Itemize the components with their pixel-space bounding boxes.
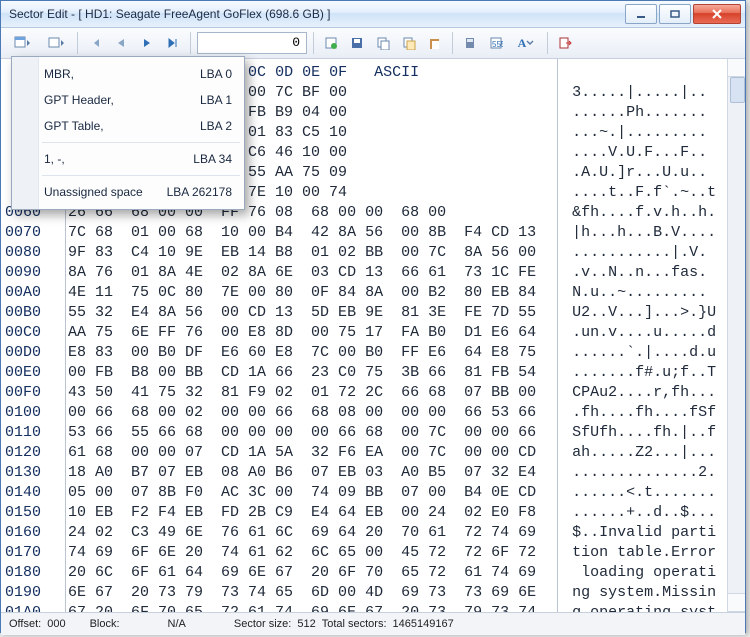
status-bar: Offset: 000 Block: N/A Sector size: 512 …: [1, 612, 745, 635]
menu-item-label: GPT Header,: [44, 87, 114, 113]
status-offset-label: Offset:: [9, 613, 41, 635]
close-button[interactable]: [693, 4, 741, 24]
status-block-label: Block:: [90, 613, 120, 635]
menu-item-label: MBR,: [44, 61, 74, 87]
menu-item-partition-1[interactable]: 1, -, LBA 34: [12, 146, 244, 172]
titlebar[interactable]: Sector Edit - [ HD1: Seagate FreeAgent G…: [1, 1, 745, 28]
view-dropdown[interactable]: [7, 32, 37, 54]
offset-input[interactable]: 0: [197, 32, 307, 54]
vertical-scrollbar[interactable]: [727, 59, 745, 612]
status-block-value: N/A: [168, 613, 186, 635]
status-sector-size-label: Sector size:: [234, 613, 291, 635]
status-total-sectors-value: 1465149167: [393, 613, 454, 635]
nav-forward-button[interactable]: [136, 32, 158, 54]
menu-item-lba: LBA 34: [193, 146, 232, 172]
refresh-button[interactable]: [320, 32, 342, 54]
nav-last-button[interactable]: [162, 32, 184, 54]
copy-hex-button[interactable]: [372, 32, 394, 54]
scroll-down-button[interactable]: [728, 593, 745, 612]
nav-first-button[interactable]: [84, 32, 106, 54]
maximize-button[interactable]: [659, 4, 691, 24]
scroll-thumb[interactable]: [730, 77, 745, 103]
save-button[interactable]: [346, 32, 368, 54]
paste-button[interactable]: [424, 32, 446, 54]
scroll-up-button[interactable]: [728, 59, 745, 77]
menu-item-gpt-table[interactable]: GPT Table, LBA 2: [12, 113, 244, 139]
nav-back-button[interactable]: [110, 32, 132, 54]
exit-button[interactable]: [554, 32, 576, 54]
menu-item-label: 1, -,: [44, 146, 65, 172]
menu-item-lba: LBA 262178: [167, 179, 232, 205]
menu-item-lba: LBA 1: [200, 87, 232, 113]
status-sector-size-value: 512: [297, 613, 315, 635]
menu-item-unassigned[interactable]: Unassigned space LBA 262178: [12, 179, 244, 205]
copy-text-button[interactable]: [398, 32, 420, 54]
interpret-button[interactable]: 555: [485, 32, 507, 54]
calc-button[interactable]: [459, 32, 481, 54]
app-window: Sector Edit - [ HD1: Seagate FreeAgent G…: [0, 0, 746, 633]
font-dropdown[interactable]: A: [511, 32, 541, 54]
navigate-menu: MBR, LBA 0 GPT Header, LBA 1 GPT Table, …: [11, 56, 245, 210]
window-title: Sector Edit - [ HD1: Seagate FreeAgent G…: [9, 7, 623, 21]
menu-item-label: GPT Table,: [44, 113, 104, 139]
menu-item-lba: LBA 2: [200, 113, 232, 139]
status-total-sectors-label: Total sectors:: [322, 613, 387, 635]
menu-item-lba: LBA 0: [200, 61, 232, 87]
minimize-button[interactable]: [625, 4, 657, 24]
menu-item-gpt-header[interactable]: GPT Header, LBA 1: [12, 87, 244, 113]
history-dropdown[interactable]: [41, 32, 71, 54]
status-offset-value: 000: [47, 613, 65, 635]
menu-item-mbr[interactable]: MBR, LBA 0: [12, 61, 244, 87]
menu-item-label: Unassigned space: [44, 179, 143, 205]
toolbar: 0 555 A: [1, 28, 745, 59]
svg-text:555: 555: [492, 40, 503, 49]
